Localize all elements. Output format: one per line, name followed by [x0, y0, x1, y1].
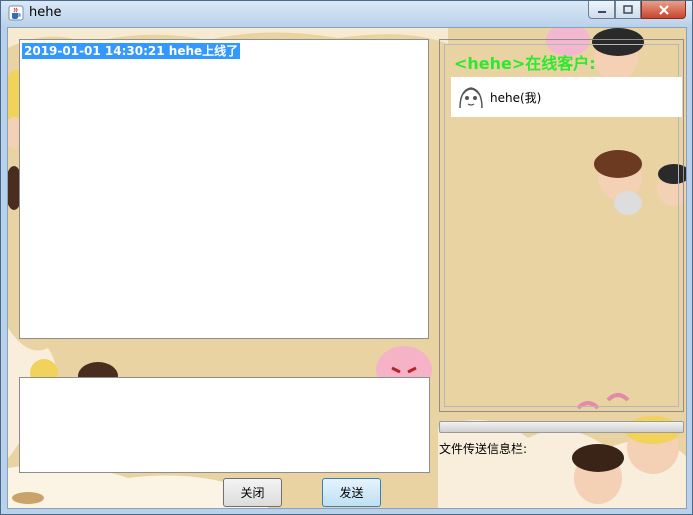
close-window-button[interactable]: [641, 1, 686, 19]
chat-message[interactable]: 2019-01-01 14:30:21 hehe上线了: [22, 43, 241, 59]
online-user-name: hehe(我): [490, 91, 542, 105]
maximize-button[interactable]: [615, 1, 641, 19]
send-button[interactable]: 发送: [322, 478, 381, 507]
message-input[interactable]: [19, 377, 430, 473]
close-icon: [658, 4, 669, 15]
app-window: hehe 2019-01-01 14:30:21 hehe上线了 关闭 发送 <…: [0, 0, 693, 515]
title-bar[interactable]: hehe: [1, 1, 692, 25]
window-title: hehe: [29, 5, 62, 20]
java-cup-icon: [8, 5, 24, 21]
minimize-button[interactable]: [588, 1, 615, 19]
close-button[interactable]: 关闭: [223, 478, 282, 507]
cartoon-avatar-icon: [456, 82, 486, 112]
chat-history-area[interactable]: 2019-01-01 14:30:21 hehe上线了: [19, 39, 429, 339]
maximize-icon: [623, 5, 633, 14]
main-content: 2019-01-01 14:30:21 hehe上线了 关闭 发送 <hehe>…: [7, 27, 687, 509]
online-user-item[interactable]: hehe(我): [451, 77, 682, 117]
file-transfer-info-label: 文件传送信息栏:: [439, 442, 528, 456]
online-users-panel: <hehe>在线客户: hehe(我): [439, 39, 684, 412]
minimize-icon: [597, 10, 606, 13]
online-users-list[interactable]: <hehe>在线客户: hehe(我): [444, 44, 682, 407]
file-transfer-progress-bar: [439, 421, 684, 433]
online-users-title: <hehe>在线客户:: [454, 54, 596, 73]
